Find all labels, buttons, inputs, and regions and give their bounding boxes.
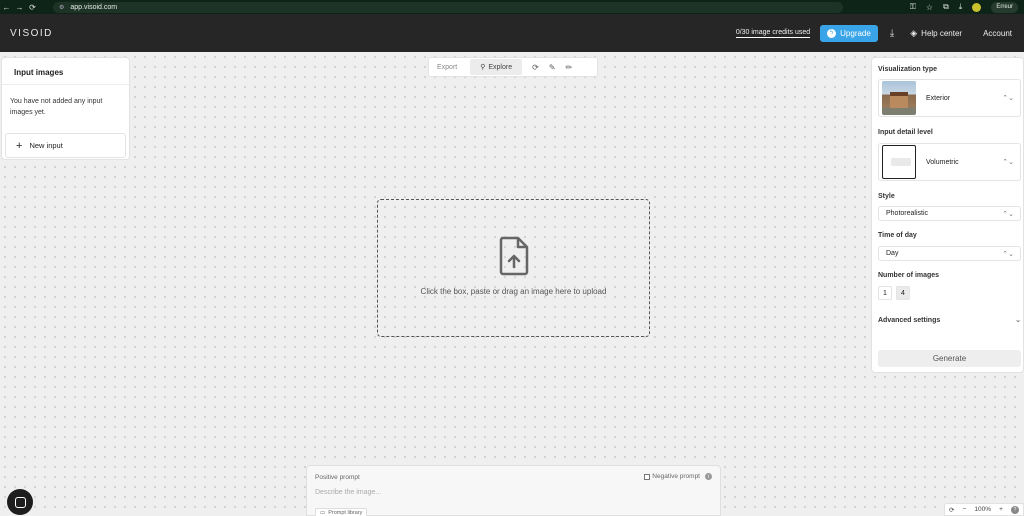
detail-level-label: Input detail level <box>878 129 933 136</box>
time-of-day-select[interactable]: Day ⌃⌄ <box>878 246 1021 261</box>
empty-state-text: You have not added any input images yet. <box>10 98 103 116</box>
new-input-button[interactable]: + New input <box>5 133 126 158</box>
prompt-panel: Positive prompt Negative prompt i Descri… <box>306 465 721 516</box>
file-upload-icon <box>499 236 528 276</box>
positive-prompt-label: Positive prompt <box>315 474 360 481</box>
downloads-icon[interactable]: ⤓ <box>959 2 963 12</box>
advanced-settings-toggle[interactable]: Advanced settings ⌄ <box>878 316 1021 325</box>
profile-error-pill[interactable]: Erreur <box>991 1 1018 13</box>
negative-prompt-label: Negative prompt <box>652 473 700 480</box>
reload-icon[interactable]: ⟳ <box>26 3 39 12</box>
chevron-down-icon: ⌄ <box>1015 317 1021 324</box>
forward-arrow-icon[interactable]: → <box>13 3 26 12</box>
bolt-icon: ϟ <box>827 28 837 38</box>
app-logo[interactable]: VISOID <box>10 28 53 39</box>
zoom-controls: ⟳ − 100% + ? <box>944 503 1024 516</box>
generate-button[interactable]: Generate <box>878 350 1021 367</box>
explore-button[interactable]: ⚲ Explore <box>470 59 523 75</box>
refresh-icon[interactable]: ⟳ <box>532 63 539 72</box>
upload-instructions: Click the box, paste or drag an image he… <box>420 287 607 296</box>
back-arrow-icon[interactable]: ← <box>0 3 13 12</box>
chevron-updown-icon: ⌃⌄ <box>1002 210 1014 218</box>
style-value: Photorealistic <box>886 210 929 217</box>
chevron-updown-icon: ⌃⌄ <box>1002 159 1014 166</box>
time-of-day-label: Time of day <box>878 232 917 239</box>
chevron-updown-icon: ⌃⌄ <box>1002 250 1014 258</box>
zoom-in-button[interactable]: + <box>999 506 1003 513</box>
negative-prompt-checkbox[interactable] <box>644 473 651 480</box>
chat-support-button[interactable] <box>7 489 33 515</box>
export-button[interactable]: Export <box>437 64 457 71</box>
input-images-panel: Input images You have not added any inpu… <box>1 57 130 160</box>
num-images-option-4[interactable]: 4 <box>896 286 910 300</box>
advanced-settings-label: Advanced settings <box>878 316 941 324</box>
credits-indicator: 0/30 image credits used <box>735 28 811 38</box>
address-bar[interactable]: ⚙ app.visoid.com <box>53 1 843 13</box>
negative-prompt-toggle[interactable]: Negative prompt i <box>644 473 712 480</box>
style-label: Style <box>878 193 895 200</box>
account-button[interactable]: Account <box>983 29 1012 38</box>
canvas-toolbar: Export ⚲ Explore ⟳ ✎ ✏ <box>428 57 598 77</box>
layers-icon: ◈ <box>910 27 918 38</box>
help-label: Help center <box>921 28 963 38</box>
prompt-library-label: Prompt library <box>328 510 363 516</box>
brush-icon[interactable]: ✎ <box>549 63 556 72</box>
num-images-label: Number of images <box>878 272 940 279</box>
app-header: VISOID 0/30 image credits used ϟ Upgrade… <box>0 14 1024 52</box>
style-select[interactable]: Photorealistic ⌃⌄ <box>878 206 1021 221</box>
panel-title: Input images <box>2 58 129 85</box>
viz-type-value: Exterior <box>926 94 951 102</box>
time-of-day-value: Day <box>886 250 899 257</box>
upload-dropzone[interactable]: Click the box, paste or drag an image he… <box>377 199 650 337</box>
info-icon[interactable]: i <box>705 473 712 480</box>
fit-view-icon[interactable]: ⟳ <box>949 506 954 514</box>
folder-icon: ▭ <box>320 510 326 516</box>
url-text: app.visoid.com <box>70 3 118 11</box>
exterior-thumbnail <box>882 81 916 115</box>
pencil-icon[interactable]: ✏ <box>566 63 573 72</box>
chat-icon <box>14 496 26 508</box>
zoom-out-button[interactable]: − <box>963 506 967 513</box>
zoom-level: 100% <box>974 506 992 513</box>
help-icon[interactable]: ? <box>1010 505 1019 514</box>
extensions-icon[interactable]: ⧉ <box>943 2 949 12</box>
browser-toolbar: ← → ⟳ ⚙ app.visoid.com ⚿ ☆ ⧉ ⤓ Erreur <box>0 0 1024 14</box>
upgrade-label: Upgrade <box>840 28 871 38</box>
password-key-icon[interactable]: ⚿ <box>910 2 916 12</box>
plus-icon: + <box>16 139 23 152</box>
upgrade-button[interactable]: ϟ Upgrade <box>820 24 878 42</box>
settings-panel: Visualization type Exterior ⌃⌄ Input det… <box>871 57 1024 373</box>
explore-label: Explore <box>488 63 513 71</box>
viz-type-select[interactable]: Exterior ⌃⌄ <box>878 79 1021 117</box>
volumetric-thumbnail <box>882 145 916 179</box>
help-center-button[interactable]: ◈ Help center <box>910 28 962 39</box>
viz-type-label: Visualization type <box>878 66 937 73</box>
num-images-option-1[interactable]: 1 <box>878 286 892 300</box>
detail-level-select[interactable]: Volumetric ⌃⌄ <box>878 143 1021 181</box>
prompt-input[interactable]: Describe the image... <box>315 489 381 496</box>
site-info-icon[interactable]: ⚙ <box>59 4 64 11</box>
chevron-updown-icon: ⌃⌄ <box>1002 95 1014 102</box>
download-icon[interactable]: ⤓ <box>890 28 894 39</box>
prompt-library-button[interactable]: ▭ Prompt library <box>315 508 368 516</box>
lightbulb-icon: ⚲ <box>480 64 486 71</box>
new-input-label: New input <box>29 141 63 150</box>
detail-level-value: Volumetric <box>926 158 959 166</box>
bookmark-star-icon[interactable]: ☆ <box>926 3 933 12</box>
profile-avatar[interactable] <box>972 2 982 12</box>
